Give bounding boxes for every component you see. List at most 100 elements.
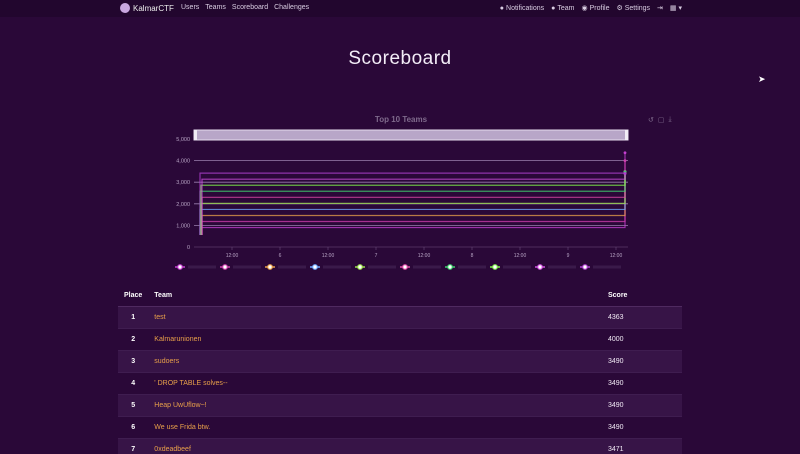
x-tick-label: 9 — [567, 253, 570, 259]
x-tick-label: 8 — [471, 253, 474, 259]
restore-icon[interactable]: ▢ — [658, 116, 665, 124]
team-link[interactable]: ' DROP TABLE solves-- — [148, 372, 602, 395]
legend-label-bar — [323, 265, 351, 269]
team-link[interactable]: Heap UwUflow~! — [148, 394, 602, 417]
brand-link[interactable]: KalmarCTF — [120, 3, 174, 13]
page-title: Scoreboard — [348, 48, 452, 69]
legend-marker — [582, 264, 588, 270]
team-link[interactable]: sudoers — [148, 350, 602, 373]
table-row: 1 test 4363 — [118, 306, 682, 329]
team-link[interactable]: Kalmarunionen — [148, 328, 602, 351]
score-cell: 4000 — [602, 328, 682, 351]
x-tick-label: 6 — [279, 253, 282, 259]
legend-marker — [447, 264, 453, 270]
chart-toolbar: ↺ ▢ ⤓ — [648, 116, 672, 124]
team-link[interactable]: 0xdeadbeef — [148, 438, 602, 454]
score-cell: 3490 — [602, 416, 682, 439]
table-row: 6 We use Frida btw. 3490 — [118, 416, 682, 439]
team-link[interactable]: We use Frida btw. — [148, 416, 602, 439]
zoom-handle-right — [625, 130, 628, 140]
legend-marker — [312, 264, 318, 270]
table-row: 4 ' DROP TABLE solves-- 3490 — [118, 372, 682, 395]
legend-label-bar — [278, 265, 306, 269]
series-endpoint — [623, 159, 627, 162]
users-icon: ● — [551, 4, 556, 12]
profile-label: Profile — [589, 5, 610, 12]
series-endpoint — [623, 151, 627, 155]
legend-label-bar — [368, 265, 396, 269]
legend-label-bar — [233, 265, 261, 269]
legend-label-bar — [593, 265, 621, 269]
legend-label-bar — [548, 265, 576, 269]
download-icon[interactable]: ⤓ — [669, 116, 672, 124]
legend-marker — [402, 264, 408, 270]
navbar: KalmarCTF Users Teams Scoreboard Challen… — [0, 0, 800, 17]
team-label: Team — [557, 4, 575, 12]
nav-scoreboard[interactable]: Scoreboard — [232, 4, 268, 11]
score-cell: 3490 — [602, 394, 682, 417]
series-endpoint — [623, 172, 627, 175]
legend-label-bar — [188, 265, 216, 269]
x-tick-label: 12:00 — [610, 253, 623, 259]
nav-profile[interactable]: ◉ Profile — [582, 4, 610, 12]
table-row: 3 sudoers 3490 — [118, 350, 682, 373]
zoom-slider — [193, 129, 629, 141]
chart-title: Top 10 Teams — [375, 115, 428, 124]
table-row: 2 Kalmarunionen 4000 — [118, 328, 682, 351]
score-cell: 3490 — [602, 350, 682, 373]
header-score: Score — [602, 286, 682, 307]
header-place: Place — [118, 286, 149, 307]
y-tick-label: 3,000 — [176, 180, 190, 186]
nav-users[interactable]: Users — [181, 4, 199, 11]
nav-challenges[interactable]: Challenges — [274, 4, 309, 11]
legend-marker — [267, 264, 273, 270]
place-cell: 3 — [118, 350, 149, 373]
nav-links: Users Teams Scoreboard Challenges — [181, 4, 309, 11]
score-cell: 3471 — [602, 438, 682, 454]
team-link[interactable]: test — [148, 306, 602, 329]
header-team: Team — [148, 286, 602, 307]
legend-marker — [222, 264, 228, 270]
y-tick-label: 4,000 — [176, 159, 190, 165]
nav-team[interactable]: ● Team — [551, 5, 574, 12]
language-dropdown[interactable]: ▦ ▾ — [670, 4, 682, 12]
brand-name: KalmarCTF — [133, 3, 174, 13]
settings-label: Settings — [624, 5, 651, 12]
table-row: 5 Heap UwUflow~! 3490 — [118, 394, 682, 417]
y-tick-label: 0 — [187, 245, 190, 251]
logout-icon[interactable]: ⇥ — [657, 4, 663, 12]
x-tick-label: 12:00 — [418, 253, 431, 259]
y-tick-label: 2,000 — [176, 202, 190, 208]
place-cell: 1 — [118, 306, 149, 329]
user-circle-icon: ◉ — [581, 5, 588, 12]
gear-icon: ⚙ — [616, 5, 623, 12]
x-tick-label: 12:00 — [514, 253, 527, 259]
place-cell: 4 — [118, 372, 149, 395]
nav-notifications[interactable]: ● Notifications — [500, 5, 544, 12]
scoreboard-table: Place Team Score 1 test 4363 2 Kalmarunionen… — [118, 286, 682, 454]
score-cell: 3490 — [602, 372, 682, 395]
place-cell: 2 — [118, 328, 149, 351]
nav-teams[interactable]: Teams — [205, 4, 226, 11]
notifications-label: Notifications — [506, 4, 545, 12]
bell-icon: ● — [499, 4, 505, 12]
zoom-handle-left — [194, 130, 197, 140]
top-teams-chart: Top 10 Teams 5,000 4,000 3,000 2,000 1,000 0 12… — [160, 112, 640, 277]
x-tick-label: 12:00 — [226, 253, 239, 259]
x-tick-label: 12:00 — [322, 253, 335, 259]
legend-label-bar — [458, 265, 486, 269]
mouse-cursor-icon: ➤ — [758, 74, 766, 84]
table-header-row: Place Team Score — [118, 286, 682, 307]
y-tick-label: 5,000 — [176, 137, 190, 143]
logo-icon — [120, 3, 130, 13]
zoom-reset-icon[interactable]: ↺ — [648, 116, 654, 124]
table-row: 7 0xdeadbeef 3471 — [118, 438, 682, 454]
series-line — [199, 152, 626, 235]
place-cell: 6 — [118, 416, 149, 439]
score-cell: 4363 — [602, 306, 682, 329]
legend-marker — [177, 264, 183, 270]
nav-settings[interactable]: ⚙ Settings — [616, 4, 650, 12]
place-cell: 5 — [118, 394, 149, 417]
legend-marker — [492, 264, 498, 270]
chart-svg: Top 10 Teams 5,000 4,000 3,000 2,000 1,000 0 12… — [175, 115, 629, 270]
